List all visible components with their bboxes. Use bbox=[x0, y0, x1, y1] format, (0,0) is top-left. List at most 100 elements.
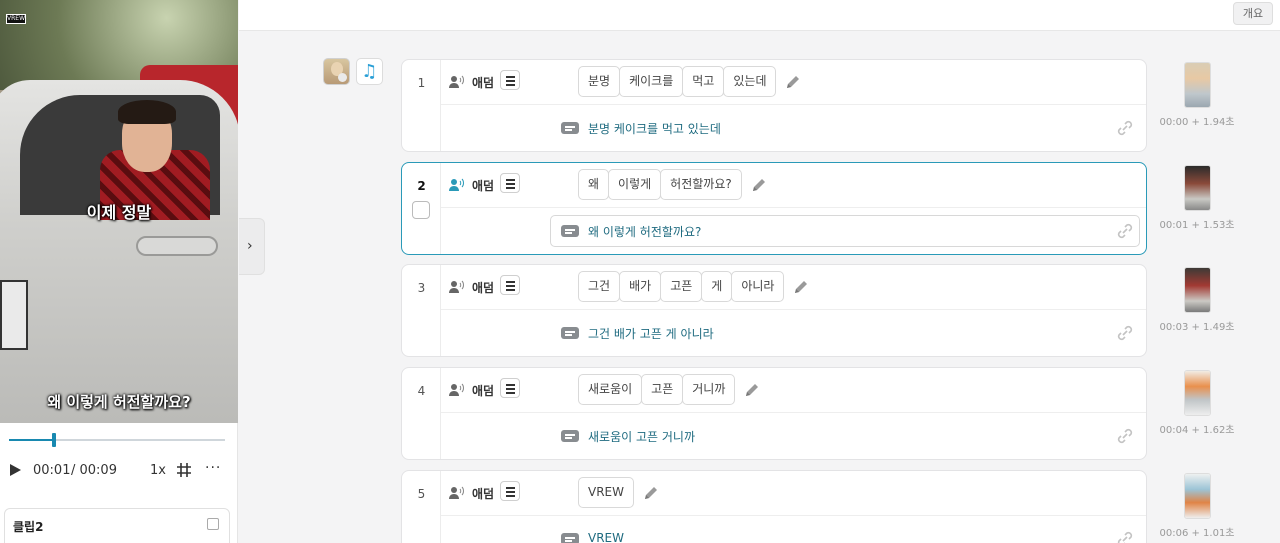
speaker-name[interactable]: 애덤 bbox=[472, 177, 494, 194]
row-number-label: 4 bbox=[417, 384, 426, 398]
row-number: 5 bbox=[402, 471, 441, 543]
music-note-icon[interactable]: ♫ bbox=[356, 58, 383, 85]
current-time: 00:01 bbox=[33, 463, 71, 478]
caption-bottom: 왜 이렇게 허전할까요? bbox=[47, 393, 191, 411]
playback-progress-bar[interactable] bbox=[9, 433, 225, 447]
word-chip[interactable]: VREW bbox=[578, 477, 634, 508]
speaker-name[interactable]: 애덤 bbox=[472, 382, 494, 399]
subtitle-text[interactable]: 왜 이렇게 허전할까요? bbox=[588, 223, 701, 240]
word-chip[interactable]: 고픈 bbox=[641, 374, 684, 405]
clip-thumbnail[interactable] bbox=[1184, 370, 1211, 416]
clip-row[interactable]: 1 애덤 분명 케이크를 먹고 있는데 분명 케이크를 먹고 있는데 bbox=[401, 59, 1147, 152]
chevron-right-icon: › bbox=[247, 238, 253, 254]
link-icon[interactable] bbox=[1116, 427, 1134, 445]
speaker-avatar[interactable] bbox=[323, 58, 350, 85]
voice-settings-icon[interactable] bbox=[500, 173, 520, 193]
word-chip[interactable]: 아니라 bbox=[731, 271, 785, 302]
pencil-icon[interactable] bbox=[792, 278, 810, 296]
external-link-icon[interactable] bbox=[207, 518, 219, 530]
clip-duration: 00:04 + 1.62초 bbox=[1159, 425, 1235, 436]
row-divider bbox=[441, 104, 1146, 105]
word-chip[interactable]: 있는데 bbox=[723, 66, 777, 97]
word-list: 왜 이렇게 허전할까요? bbox=[578, 169, 768, 201]
link-icon[interactable] bbox=[1116, 119, 1134, 137]
speaker-icon[interactable] bbox=[449, 75, 465, 89]
top-bar: 개요 bbox=[239, 0, 1280, 31]
speaker-name[interactable]: 애덤 bbox=[472, 485, 494, 502]
subtitle-text[interactable]: VREW bbox=[588, 531, 624, 543]
word-chip[interactable]: 고픈 bbox=[660, 271, 703, 302]
row-number-label: 5 bbox=[417, 487, 426, 501]
word-chip[interactable]: 거니까 bbox=[682, 374, 736, 405]
link-icon[interactable] bbox=[1116, 324, 1134, 342]
word-list: 그건 배가 고픈 게 아니라 bbox=[578, 271, 810, 303]
subtitle-text[interactable]: 분명 케이크를 먹고 있는데 bbox=[588, 120, 721, 137]
thumbnail-image bbox=[1185, 166, 1210, 210]
subtitle-icon bbox=[561, 122, 579, 134]
word-chip[interactable]: 그건 bbox=[578, 271, 621, 302]
subtitle-text[interactable]: 그건 배가 고픈 게 아니라 bbox=[588, 325, 714, 342]
clip-row[interactable]: 4 애덤 새로움이 고픈 거니까 새로움이 고픈 거니까 bbox=[401, 367, 1147, 460]
voice-settings-icon[interactable] bbox=[500, 481, 520, 501]
more-options-icon[interactable]: ··· bbox=[205, 460, 221, 476]
progress-handle[interactable] bbox=[52, 433, 57, 447]
clip-thumbnail[interactable] bbox=[1184, 62, 1211, 108]
pencil-icon[interactable] bbox=[743, 381, 761, 399]
grid-icon[interactable] bbox=[177, 463, 191, 477]
word-chip[interactable]: 배가 bbox=[619, 271, 662, 302]
voice-settings-icon[interactable] bbox=[500, 378, 520, 398]
word-chip[interactable]: 이렇게 bbox=[608, 169, 662, 200]
speaker-icon[interactable] bbox=[449, 280, 465, 294]
playback-speed-button[interactable]: 1x bbox=[150, 463, 166, 478]
word-chip[interactable]: 케이크를 bbox=[619, 66, 684, 97]
word-list: 분명 케이크를 먹고 있는데 bbox=[578, 66, 802, 98]
word-chip[interactable]: 먹고 bbox=[682, 66, 725, 97]
collapse-panel-button[interactable]: › bbox=[239, 218, 265, 275]
clip-thumbnail[interactable] bbox=[1184, 267, 1211, 313]
word-chip[interactable]: 게 bbox=[701, 271, 733, 302]
speaker-name[interactable]: 애덤 bbox=[472, 279, 494, 296]
clip-title: 클립2 bbox=[13, 520, 44, 534]
speaker-icon[interactable] bbox=[449, 178, 465, 192]
overview-button[interactable]: 개요 bbox=[1233, 2, 1273, 25]
voice-settings-icon[interactable] bbox=[500, 70, 520, 90]
clip-row[interactable]: 2 애덤 왜 이렇게 허전할까요? 왜 이렇게 허전할까요? bbox=[401, 162, 1147, 255]
row-number-label: 1 bbox=[417, 76, 426, 90]
speaker-name[interactable]: 애덤 bbox=[472, 74, 494, 91]
clip-duration: 00:01 + 1.53초 bbox=[1159, 220, 1235, 231]
subtitle-text[interactable]: 새로움이 고픈 거니까 bbox=[588, 428, 695, 445]
link-icon[interactable] bbox=[1116, 530, 1134, 543]
word-chip[interactable]: 허전할까요? bbox=[660, 169, 742, 200]
word-list: 새로움이 고픈 거니까 bbox=[578, 374, 761, 406]
clip-row[interactable]: 3 애덤 그건 배가 고픈 게 아니라 그건 배가 고픈 게 아니라 bbox=[401, 264, 1147, 357]
watermark-logo: VREW bbox=[6, 14, 26, 24]
row-checkbox[interactable] bbox=[412, 201, 430, 219]
link-icon[interactable] bbox=[1116, 222, 1134, 240]
clip-thumbnail[interactable] bbox=[1184, 473, 1211, 519]
pencil-icon[interactable] bbox=[642, 484, 660, 502]
thumbnail-image bbox=[1185, 63, 1210, 107]
video-preview[interactable]: VREW 이제 정말 왜 이렇게 허전할까요? bbox=[0, 0, 238, 423]
speaker-icon[interactable] bbox=[449, 383, 465, 397]
subtitle-icon bbox=[561, 327, 579, 339]
clip-card[interactable]: 클립2 bbox=[4, 508, 230, 543]
speaker-icon[interactable] bbox=[449, 486, 465, 500]
play-icon[interactable] bbox=[10, 464, 21, 476]
clip-thumbnail[interactable] bbox=[1184, 165, 1211, 211]
clip-row[interactable]: 5 애덤 VREW VREW bbox=[401, 470, 1147, 543]
pencil-icon[interactable] bbox=[750, 176, 768, 194]
row-divider bbox=[441, 515, 1146, 516]
video-door-handle bbox=[136, 236, 218, 256]
word-chip[interactable]: 왜 bbox=[578, 169, 610, 200]
thumbnail-image bbox=[1185, 371, 1210, 415]
pencil-icon[interactable] bbox=[784, 73, 802, 91]
thumbnail-image bbox=[1185, 474, 1210, 518]
word-chip[interactable]: 분명 bbox=[578, 66, 621, 97]
word-chip[interactable]: 새로움이 bbox=[578, 374, 643, 405]
voice-settings-icon[interactable] bbox=[500, 275, 520, 295]
row-number: 3 bbox=[402, 265, 441, 356]
subtitle-icon bbox=[561, 225, 579, 237]
progress-fill bbox=[9, 439, 55, 441]
row-number-label: 2 bbox=[417, 179, 426, 193]
row-number-label: 3 bbox=[417, 281, 426, 295]
